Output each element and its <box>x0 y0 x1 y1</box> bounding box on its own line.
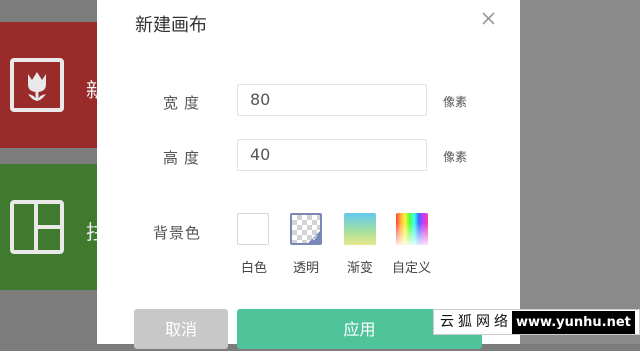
swatch-custom[interactable] <box>396 213 428 245</box>
tulip-icon <box>10 58 64 112</box>
height-label: 高度 <box>163 149 206 167</box>
width-label: 宽度 <box>163 94 206 112</box>
width-unit: 像素 <box>443 95 468 109</box>
swatch-label-transparent: 透明 <box>293 261 320 276</box>
watermark-text: 云狐网络 <box>440 314 512 330</box>
close-icon[interactable] <box>480 10 498 28</box>
height-unit: 像素 <box>443 150 468 164</box>
watermark: 云狐网络 www.yunhu.net <box>433 309 640 335</box>
watermark-url: www.yunhu.net <box>512 311 635 334</box>
swatch-gradient[interactable] <box>344 213 376 245</box>
width-input[interactable]: 80 <box>237 84 427 116</box>
height-input[interactable]: 40 <box>237 139 427 171</box>
swatch-white[interactable] <box>237 213 269 245</box>
background-color-label: 背景色 <box>153 224 202 242</box>
background-right-panel <box>520 0 640 344</box>
new-canvas-dialog: 新建画布 宽度 80 像素 高度 40 像素 背景色 ✓ 白色 透明 渐变 自定… <box>97 0 520 349</box>
check-icon: ✓ <box>311 234 319 244</box>
swatch-label-gradient: 渐变 <box>347 261 374 276</box>
layout-icon <box>10 200 64 254</box>
swatch-label-custom: 自定义 <box>392 261 432 276</box>
swatch-transparent[interactable]: ✓ <box>290 213 322 245</box>
swatch-label-white: 白色 <box>241 261 268 276</box>
dialog-title: 新建画布 <box>135 15 207 36</box>
cancel-button[interactable]: 取消 <box>134 309 228 349</box>
